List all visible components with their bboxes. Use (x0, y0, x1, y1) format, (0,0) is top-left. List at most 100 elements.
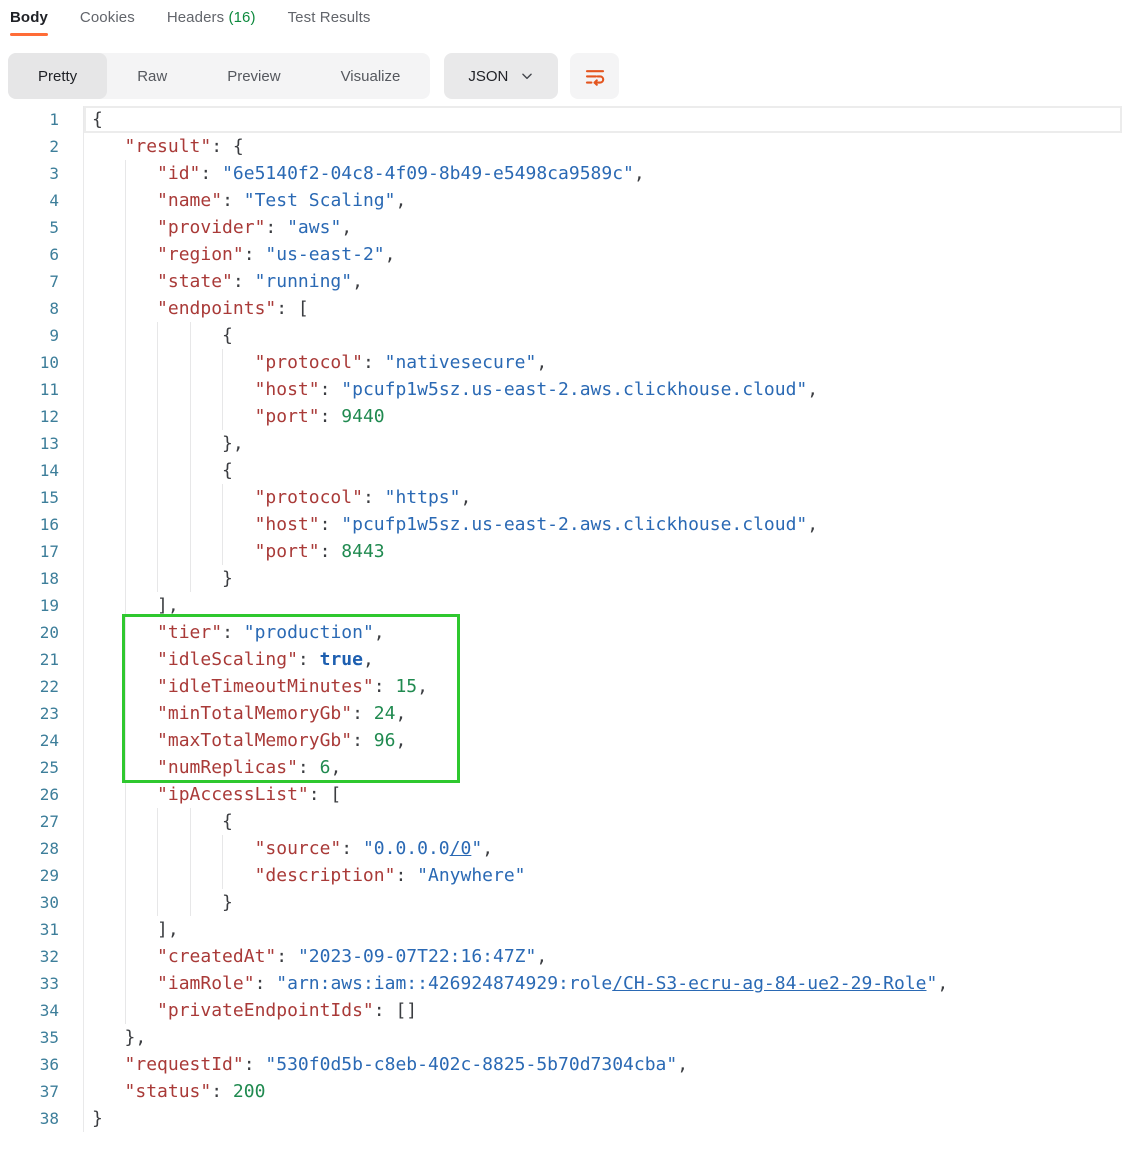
code-line[interactable]: 6 "region": "us-east-2", (0, 241, 1122, 268)
view-pretty-button[interactable]: Pretty (8, 53, 107, 99)
code-content: }, (84, 430, 1122, 457)
link-text[interactable]: /0 (450, 838, 472, 859)
view-preview-button[interactable]: Preview (197, 53, 310, 99)
indent-guide (125, 538, 126, 565)
code-line[interactable]: 36 "requestId": "530f0d5b-c8eb-402c-8825… (0, 1051, 1122, 1078)
code-token: : (276, 946, 298, 967)
code-line[interactable]: 3 "id": "6e5140f2-04c8-4f09-8b49-e5498ca… (0, 160, 1122, 187)
code-line[interactable]: 9 { (0, 322, 1122, 349)
code-token: } (222, 568, 233, 589)
code-line[interactable]: 21 "idleScaling": true, (0, 646, 1122, 673)
code-line[interactable]: 33 "iamRole": "arn:aws:iam::426924874929… (0, 970, 1122, 997)
code-token: : (395, 865, 417, 886)
indent-guide (190, 862, 191, 889)
code-line[interactable]: 5 "provider": "aws", (0, 214, 1122, 241)
code-line[interactable]: 14 { (0, 457, 1122, 484)
code-content: "idleTimeoutMinutes": 15, (84, 673, 1122, 700)
code-line[interactable]: 29 "description": "Anywhere" (0, 862, 1122, 889)
code-line[interactable]: 34 "privateEndpointIds": [] (0, 997, 1122, 1024)
code-line[interactable]: 24 "maxTotalMemoryGb": 96, (0, 727, 1122, 754)
tab-test-results[interactable]: Test Results (288, 9, 371, 26)
indent-guide (125, 322, 126, 349)
code-line[interactable]: 20 "tier": "production", (0, 619, 1122, 646)
code-line[interactable]: 25 "numReplicas": 6, (0, 754, 1122, 781)
code-line[interactable]: 28 "source": "0.0.0.0/0", (0, 835, 1122, 862)
link-text[interactable]: /CH-S3-ecru-ag-84-ue2-29-Role (612, 973, 926, 994)
code-line[interactable]: 17 "port": 8443 (0, 538, 1122, 565)
indent-guide (190, 484, 191, 511)
code-token: "state" (157, 271, 233, 292)
code-token: "createdAt" (157, 946, 276, 967)
code-line[interactable]: 31 ], (0, 916, 1122, 943)
code-line[interactable]: 12 "port": 9440 (0, 403, 1122, 430)
code-token: , (330, 757, 341, 778)
code-token: "aws" (287, 217, 341, 238)
view-mode-group: Pretty Raw Preview Visualize (8, 53, 430, 99)
code-content: "description": "Anywhere" (84, 862, 1122, 889)
tab-body[interactable]: Body (10, 9, 48, 26)
line-number: 7 (0, 268, 84, 295)
indent-guide (190, 349, 191, 376)
tab-cookies[interactable]: Cookies (80, 9, 135, 26)
code-line[interactable]: 22 "idleTimeoutMinutes": 15, (0, 673, 1122, 700)
code-line[interactable]: 23 "minTotalMemoryGb": 24, (0, 700, 1122, 727)
tab-cookies-label: Cookies (80, 9, 135, 26)
indent-guide (125, 430, 126, 457)
code-content: "port": 8443 (84, 538, 1122, 565)
code-line[interactable]: 11 "host": "pcufp1w5sz.us-east-2.aws.cli… (0, 376, 1122, 403)
wrap-lines-button[interactable] (570, 53, 619, 99)
code-line[interactable]: 19 ], (0, 592, 1122, 619)
indent-guide (190, 376, 191, 403)
code-line[interactable]: 27 { (0, 808, 1122, 835)
code-content: "protocol": "nativesecure", (84, 349, 1122, 376)
indent-guide (190, 322, 191, 349)
code-line[interactable]: 1{ (0, 106, 1122, 133)
indent-guide (190, 538, 191, 565)
code-token: "port" (255, 406, 320, 427)
code-content: } (84, 889, 1122, 916)
code-line[interactable]: 18 } (0, 565, 1122, 592)
code-editor[interactable]: 1{2 "result": {3 "id": "6e5140f2-04c8-4f… (0, 106, 1122, 1132)
code-token: : (320, 379, 342, 400)
indent-guide (222, 376, 223, 403)
code-line[interactable]: 10 "protocol": "nativesecure", (0, 349, 1122, 376)
indent-guide (125, 160, 126, 187)
format-select-dropdown[interactable]: JSON (444, 53, 558, 99)
code-token: { (222, 811, 233, 832)
code-token: "530f0d5b-c8eb-402c-8825-5b70d7304cba" (265, 1054, 677, 1075)
code-line[interactable]: 35 }, (0, 1024, 1122, 1051)
indent-guide (125, 187, 126, 214)
code-line[interactable]: 7 "state": "running", (0, 268, 1122, 295)
indent-guide (125, 457, 126, 484)
code-line[interactable]: 13 }, (0, 430, 1122, 457)
code-token: , (807, 514, 818, 535)
code-token: " (471, 838, 482, 859)
code-line[interactable]: 4 "name": "Test Scaling", (0, 187, 1122, 214)
code-line[interactable]: 15 "protocol": "https", (0, 484, 1122, 511)
code-line[interactable]: 8 "endpoints": [ (0, 295, 1122, 322)
code-line[interactable]: 16 "host": "pcufp1w5sz.us-east-2.aws.cli… (0, 511, 1122, 538)
indent-guide (157, 889, 158, 916)
code-token: "id" (157, 163, 200, 184)
view-raw-button[interactable]: Raw (107, 53, 197, 99)
code-token: }, (125, 1027, 147, 1048)
code-line[interactable]: 37 "status": 200 (0, 1078, 1122, 1105)
indent-guide (125, 295, 126, 322)
code-line[interactable]: 32 "createdAt": "2023-09-07T22:16:47Z", (0, 943, 1122, 970)
view-visualize-button[interactable]: Visualize (311, 53, 431, 99)
code-line[interactable]: 38} (0, 1105, 1122, 1132)
response-tabs: Body Cookies Headers (16) Test Results (10, 0, 370, 26)
code-line[interactable]: 26 "ipAccessList": [ (0, 781, 1122, 808)
code-token: "pcufp1w5sz.us-east-2.aws.clickhouse.clo… (341, 514, 807, 535)
line-number: 8 (0, 295, 84, 322)
code-line[interactable]: 2 "result": { (0, 133, 1122, 160)
code-token: "protocol" (255, 487, 363, 508)
indent-guide (125, 511, 126, 538)
code-token: }, (222, 433, 244, 454)
line-number: 33 (0, 970, 84, 997)
code-content: ], (84, 916, 1122, 943)
tab-headers[interactable]: Headers (16) (167, 9, 256, 26)
code-line[interactable]: 30 } (0, 889, 1122, 916)
view-raw-label: Raw (137, 68, 167, 85)
code-token: "minTotalMemoryGb" (157, 703, 352, 724)
